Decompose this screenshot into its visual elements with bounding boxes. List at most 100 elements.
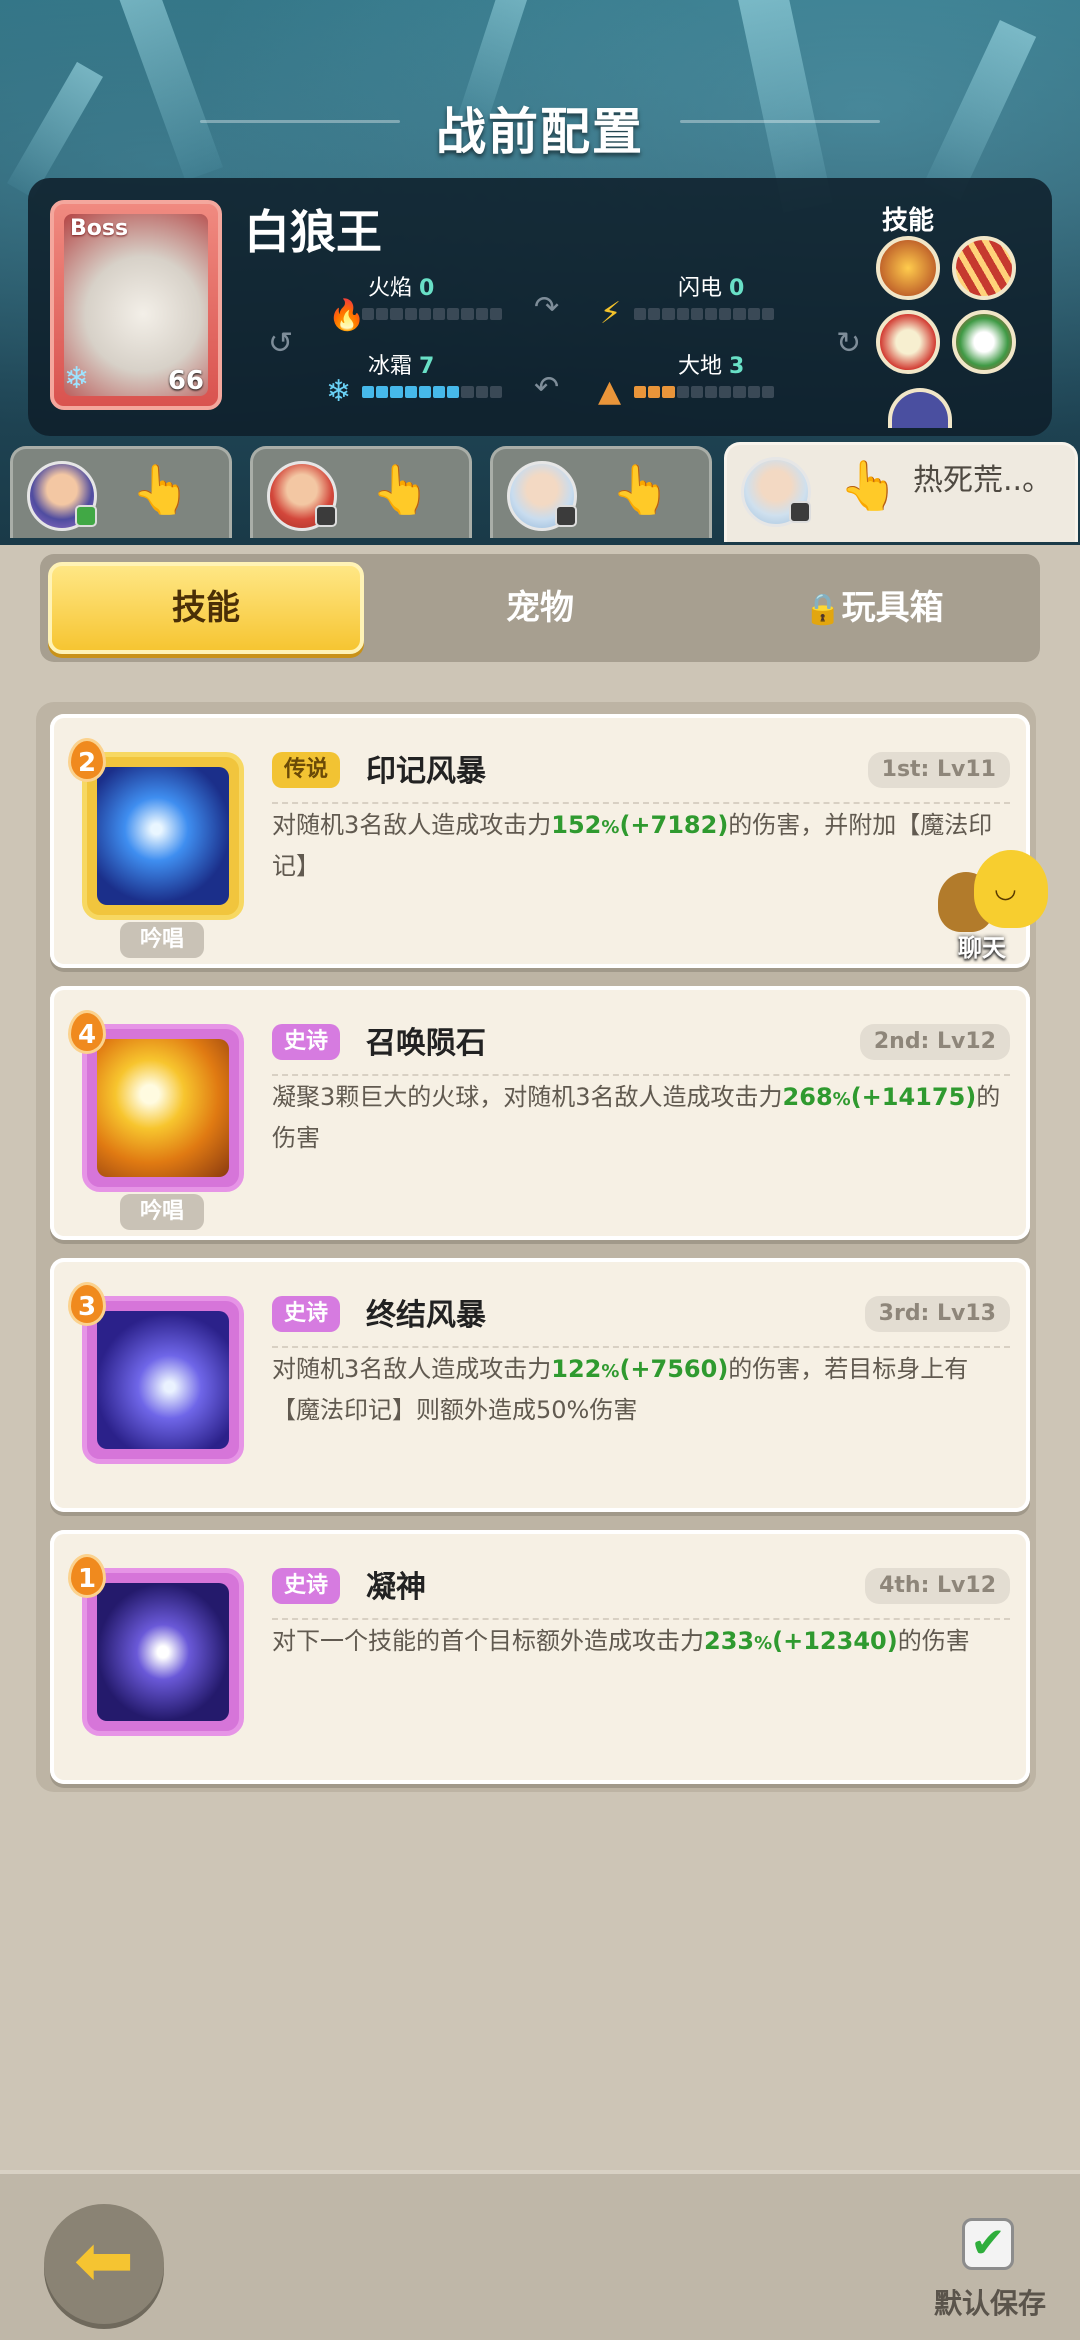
page-title: 战前配置 (436, 103, 644, 161)
swap-arrow-icon: ↶ (534, 370, 560, 405)
hero-role-badge (555, 505, 577, 527)
stat-bar-segment (475, 386, 488, 398)
skill-icon (82, 1568, 244, 1736)
bonus-value: (+7182) (619, 811, 729, 839)
stat-earth-bar (634, 386, 775, 398)
skill-description: 凝聚3颗巨大的火球，对随机3名敌人造成攻击力268%(+14175)的伤害 (272, 1078, 1012, 1157)
cast-order-badge: 1 (68, 1554, 106, 1598)
skill-card[interactable]: 4 吟唱 史诗 召唤陨石 2nd: Lv12 凝聚3颗巨大的火球，对随机3名敌人… (50, 986, 1030, 1240)
desc-text: 对随机3名敌人造成攻击力 (272, 1355, 552, 1383)
boss-skill-icon[interactable] (888, 388, 952, 428)
skill-card[interactable]: 2 吟唱 传说 印记风暴 1st: Lv11 对随机3名敌人造成攻击力152%(… (50, 714, 1030, 968)
stat-lightning-value: 0 (729, 276, 745, 301)
stat-frost-bar (362, 386, 503, 398)
category-tab-bar: 技能 宠物 🔒玩具箱 (40, 554, 1040, 662)
stat-bar-segment (390, 308, 403, 320)
default-save-label: 默认保存 (934, 2287, 1047, 2320)
stat-bar-segment (719, 308, 732, 320)
boss-tag: Boss (70, 216, 129, 241)
hero-tab-4[interactable]: 👆 热死荒..。 (724, 442, 1078, 542)
boss-portrait[interactable]: Boss ❄ 66 (50, 200, 222, 410)
tab-pets[interactable]: 宠物 (382, 562, 698, 654)
stat-bar-segment (418, 308, 432, 320)
stat-bar-segment (690, 308, 704, 320)
pct-value: 152 (551, 811, 602, 839)
rarity-badge: 传说 (272, 752, 341, 788)
tap-hand-icon: 👆 (611, 462, 671, 518)
boss-name: 白狼王 (244, 205, 382, 259)
checkmark-icon: ✔ (970, 2218, 1006, 2267)
skill-name: 印记风暴 (366, 754, 486, 789)
boss-level: 66 (167, 366, 204, 396)
boss-skill-icon[interactable] (876, 236, 940, 300)
stat-fire: 火焰 0 (368, 270, 434, 302)
skill-name: 召唤陨石 (366, 1026, 486, 1061)
bonus-value: (+12340) (772, 1627, 898, 1655)
rarity-badge: 史诗 (272, 1024, 341, 1060)
skill-card[interactable]: 3 史诗 终结风暴 3rd: Lv13 对随机3名敌人造成攻击力122%(+75… (50, 1258, 1030, 1512)
skill-slot-level: 1st: Lv11 (867, 752, 1010, 788)
flame-icon: 🔥 (328, 298, 366, 333)
pct-value: 268 (782, 1083, 833, 1111)
skill-card[interactable]: 1 史诗 凝神 4th: Lv12 对下一个技能的首个目标额外造成攻击力233%… (50, 1530, 1030, 1784)
arrow-left-icon: ⬅ (73, 2218, 135, 2302)
tab-toybox-label: 玩具箱 (841, 588, 944, 628)
hero-tab-2[interactable]: 👆 (250, 446, 472, 538)
eye-art (97, 1583, 229, 1721)
cast-order-badge: 2 (68, 738, 106, 782)
boss-skill-icon[interactable] (952, 236, 1016, 300)
cast-type-tag: 吟唱 (120, 922, 204, 958)
stat-bar-segment (447, 386, 460, 398)
back-button[interactable]: ⬅ (44, 2204, 164, 2324)
tab-skills[interactable]: 技能 (48, 562, 364, 654)
pct-unit: % (601, 1361, 620, 1382)
vortex-art (97, 1311, 229, 1449)
skill-description: 对随机3名敌人造成攻击力122%(+7560)的伤害，若目标身上有【魔法印记】则… (272, 1350, 1012, 1429)
tap-hand-icon: 👆 (839, 458, 899, 514)
pct-unit: % (754, 1633, 773, 1654)
stat-bar-segment (676, 308, 689, 320)
damage-percent: 233%(+12340) (704, 1627, 898, 1655)
skill-description: 对随机3名敌人造成攻击力152%(+7182)的伤害，并附加【魔法印记】 (272, 806, 1012, 885)
snowflake-icon: ❄ (64, 361, 90, 396)
pct-value: 122 (551, 1355, 602, 1383)
pct-unit: % (601, 817, 620, 838)
stat-lightning-bar (634, 308, 775, 320)
divider (272, 802, 1010, 804)
pct-unit: % (832, 1089, 851, 1110)
stat-earth-value: 3 (729, 354, 745, 379)
skill-slot-level: 4th: Lv12 (865, 1568, 1010, 1604)
lightning-icon: ⚡ (600, 296, 622, 331)
storm-art (97, 767, 229, 905)
stat-frost: 冰霜 7 (368, 348, 434, 380)
damage-percent: 152%(+7182) (551, 811, 728, 839)
lock-icon: 🔒 (804, 592, 842, 627)
stat-bar-segment (705, 308, 718, 320)
tap-hand-icon: 👆 (371, 462, 431, 518)
bottom-bar: ⬅ ✔ 默认保存 (0, 2170, 1080, 2340)
pct-value: 233 (704, 1627, 755, 1655)
hero-tab-1[interactable]: 👆 (10, 446, 232, 538)
stat-bar-segment (461, 386, 474, 398)
stat-bar-segment (461, 308, 474, 320)
default-save-checkbox[interactable]: ✔ (962, 2218, 1014, 2270)
chat-button[interactable]: ◡ 聊天 (938, 850, 1058, 962)
stat-bar-segment (662, 386, 675, 398)
desc-text: 的伤害 (897, 1627, 970, 1655)
boss-skill-icon[interactable] (876, 310, 940, 374)
divider (272, 1346, 1010, 1348)
tab-toybox[interactable]: 🔒玩具箱 (716, 562, 1032, 654)
stat-bar-segment (648, 386, 661, 398)
skill-icon (82, 1296, 244, 1464)
divider (272, 1618, 1010, 1620)
boss-skill-icon[interactable] (952, 310, 1016, 374)
stat-fire-value: 0 (419, 276, 435, 301)
stat-bar-segment (447, 308, 460, 320)
hero-tab-3[interactable]: 👆 (490, 446, 712, 538)
stat-bar-segment (634, 386, 647, 398)
stat-bar-segment (376, 308, 389, 320)
stat-bar-segment (390, 386, 403, 398)
stat-fire-bar (362, 308, 503, 320)
skill-name: 终结风暴 (366, 1298, 486, 1333)
skill-slot-level: 2nd: Lv12 (859, 1024, 1010, 1060)
